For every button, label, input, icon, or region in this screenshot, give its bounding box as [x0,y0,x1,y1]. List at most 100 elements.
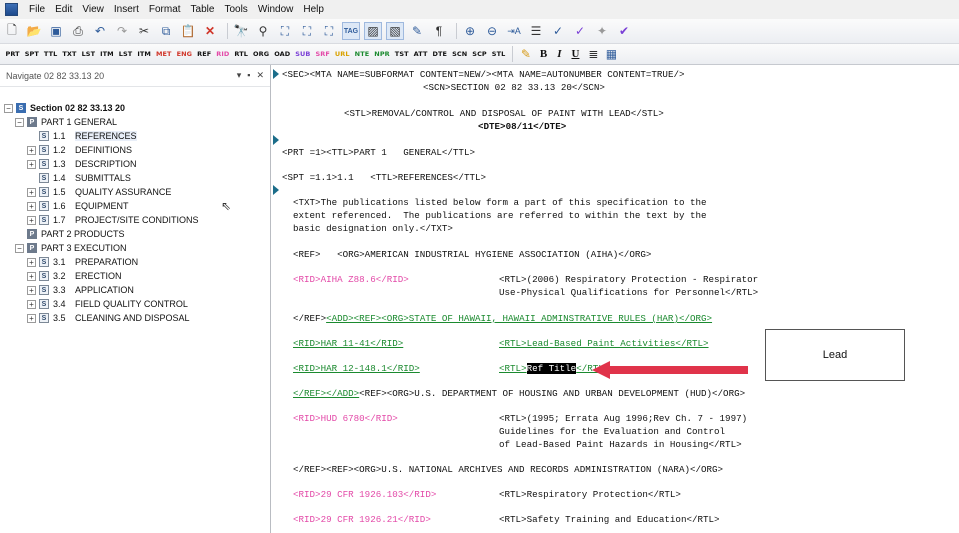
validate-icon[interactable]: ✓ [571,22,589,40]
tag-lst-button[interactable]: LST [79,50,98,58]
collapse-icon[interactable]: − [15,117,24,127]
tree-item-references[interactable]: S 1.1 REFERENCES [0,129,271,143]
find-icon[interactable]: 🔭 [232,22,250,40]
dte-line[interactable]: <DTE>08/11</DTE> [478,121,566,132]
tag-scn-button[interactable]: SCN [450,50,470,58]
expand-icon[interactable]: + [27,187,36,197]
tag-oad-button[interactable]: OAD [272,50,293,58]
pin-icon[interactable]: ▪ [247,70,250,81]
spell-check-icon[interactable]: ✓ [549,22,567,40]
menu-tools[interactable]: Tools [219,4,252,15]
tag-itm-alt-button[interactable]: ITM [135,50,154,58]
menu-help[interactable]: Help [298,4,329,15]
rid-aiha[interactable]: <RID>AIHA Z88.6</RID> [293,274,409,285]
rid-hud[interactable]: <RID>HUD 6780</RID> [293,413,398,424]
expand-icon[interactable]: + [27,145,36,155]
rtl-har-11-41[interactable]: <RTL>Lead-Based Paint Activities</RTL> [499,338,709,349]
tag-att-button[interactable]: ATT [411,50,430,58]
rtl-aiha-2[interactable]: Use-Physical Qualifications for Personne… [499,287,758,298]
redo-icon[interactable]: ↷ [113,22,131,40]
menu-table[interactable]: Table [186,4,220,15]
menu-view[interactable]: View [77,4,109,15]
tree-part-2[interactable]: P PART 2 PRODUCTS [0,227,271,241]
star-icon[interactable]: ✦ [593,22,611,40]
save-icon[interactable]: ▣ [47,22,65,40]
tree-item-project-site-conditions[interactable]: + S 1.7 PROJECT/SITE CONDITIONS [0,213,271,227]
new-doc-icon[interactable]: 🗋 [3,22,21,40]
expand-icon[interactable]: + [27,159,36,169]
rid-cfr-103[interactable]: <RID>29 CFR 1926.103</RID> [293,489,436,500]
rtl-hud-1[interactable]: <RTL>(1995; Errata Aug 1996;Rev Ch. 7 - … [499,413,747,424]
tag-stl-button[interactable]: STL [489,50,508,58]
menu-format[interactable]: Format [144,4,186,15]
selected-ref-title[interactable]: Ref Title [526,363,577,374]
rtl-aiha-1[interactable]: <RTL>(2006) Respiratory Protection - Res… [499,274,758,285]
tag-itm-button[interactable]: ITM [98,50,117,58]
tag-met-button[interactable]: MET [153,50,174,58]
check-icon[interactable]: ✔ [615,22,633,40]
delete-icon[interactable]: ✕ [201,22,219,40]
txt-line-1[interactable]: <TXT>The publications listed below form … [293,197,707,208]
stl-line[interactable]: <STL>REMOVAL/CONTROL AND DISPOSAL OF PAI… [344,108,664,119]
tag-b-icon[interactable]: ⛶ [298,22,316,40]
tag-tst-button[interactable]: TST [392,50,411,58]
tag-ref-button[interactable]: REF [195,50,214,58]
rid-har-11-41[interactable]: <RID>HAR 11-41</RID> [293,338,403,349]
collapse-icon[interactable]: − [4,103,13,113]
ref-aiha-line[interactable]: <REF> <ORG>AMERICAN INDUSTRIAL HYGIENE A… [293,249,651,260]
tag-dte-button[interactable]: DTE [430,50,450,58]
tag-scp-button[interactable]: SCP [470,50,490,58]
tag-c-icon[interactable]: ⛶ [320,22,338,40]
tree-item-quality-assurance[interactable]: + S 1.5 QUALITY ASSURANCE [0,185,271,199]
italic-button[interactable]: I [552,48,566,60]
tag-url-button[interactable]: URL [332,50,352,58]
add-end-line[interactable]: </REF></ADD><REF><ORG>U.S. DEPARTMENT OF… [293,388,745,399]
paragraph-icon[interactable]: ¶ [430,22,448,40]
cut-icon[interactable]: ✂ [135,22,153,40]
tag-rid-button[interactable]: RID [214,50,232,58]
tag-npr-button[interactable]: NPR [372,50,393,58]
table-icon[interactable]: ▦ [602,45,620,63]
tag-a-icon[interactable]: ⛶ [276,22,294,40]
rtl-hud-2[interactable]: Guidelines for the Evaluation and Contro… [499,426,725,437]
tree-item-preparation[interactable]: + S 3.1 PREPARATION [0,255,271,269]
txt-line-2[interactable]: extent referenced. The publications are … [293,210,707,221]
ref-end-line[interactable]: </REF><ADD><REF><ORG>STATE OF HAWAII, HA… [293,313,712,324]
rtl-hud-3[interactable]: of Lead-Based Paint Hazards in Housing</… [499,439,742,450]
prt-line[interactable]: <PRT =1><TTL>PART 1 GENERAL</TTL> [282,147,475,158]
tree-item-definitions[interactable]: + S 1.2 DEFINITIONS [0,143,271,157]
spt-line[interactable]: <SPT =1.1>1.1 <TTL>REFERENCES</TTL> [282,172,486,183]
list-icon[interactable]: ☰ [527,22,545,40]
ref-nara-line[interactable]: </REF><REF><ORG>U.S. NATIONAL ARCHIVES A… [293,464,723,475]
tag-view-icon[interactable]: ▨ [364,22,382,40]
tree-section[interactable]: − S Section 02 82 33.13 20 [0,101,271,115]
menu-edit[interactable]: Edit [50,4,77,15]
expand-icon[interactable]: + [27,215,36,225]
tree-item-erection[interactable]: + S 3.2 ERECTION [0,269,271,283]
expand-icon[interactable]: + [27,313,36,323]
tree-item-cleaning-and-disposal[interactable]: + S 3.5 CLEANING AND DISPOSAL [0,311,271,325]
zoom-in-icon[interactable]: ⊕ [461,22,479,40]
document-editor[interactable]: <SEC><MTA NAME=SUBFORMAT CONTENT=NEW/><M… [272,65,959,533]
tag-srf-button[interactable]: SRF [313,50,332,58]
insert-icon[interactable]: ⇥A [505,22,523,40]
close-icon[interactable]: ✕ [256,70,264,81]
paste-icon[interactable]: 📋 [179,22,197,40]
tree-item-description[interactable]: + S 1.3 DESCRIPTION [0,157,271,171]
expand-icon[interactable]: + [27,201,36,211]
undo-icon[interactable]: ↶ [91,22,109,40]
tree-item-submittals[interactable]: S 1.4 SUBMITTALS [0,171,271,185]
zoom-out-icon[interactable]: ⊖ [483,22,501,40]
rtl-cfr-103[interactable]: <RTL>Respiratory Protection</RTL> [499,489,681,500]
expand-icon[interactable]: + [27,271,36,281]
tag-spt-button[interactable]: SPT [22,50,41,58]
tag-txt-button[interactable]: TXT [60,50,79,58]
tag-org-button[interactable]: ORG [251,50,272,58]
menu-window[interactable]: Window [253,4,299,15]
underline-button[interactable]: U [566,48,584,60]
edit-view-icon[interactable]: ▧ [386,22,404,40]
expand-icon[interactable]: + [27,299,36,309]
tag-eng-button[interactable]: ENG [174,50,195,58]
scn-line[interactable]: <SCN>SECTION 02 82 33.13 20</SCN> [423,82,605,93]
tag-sub-button[interactable]: SUB [293,50,313,58]
